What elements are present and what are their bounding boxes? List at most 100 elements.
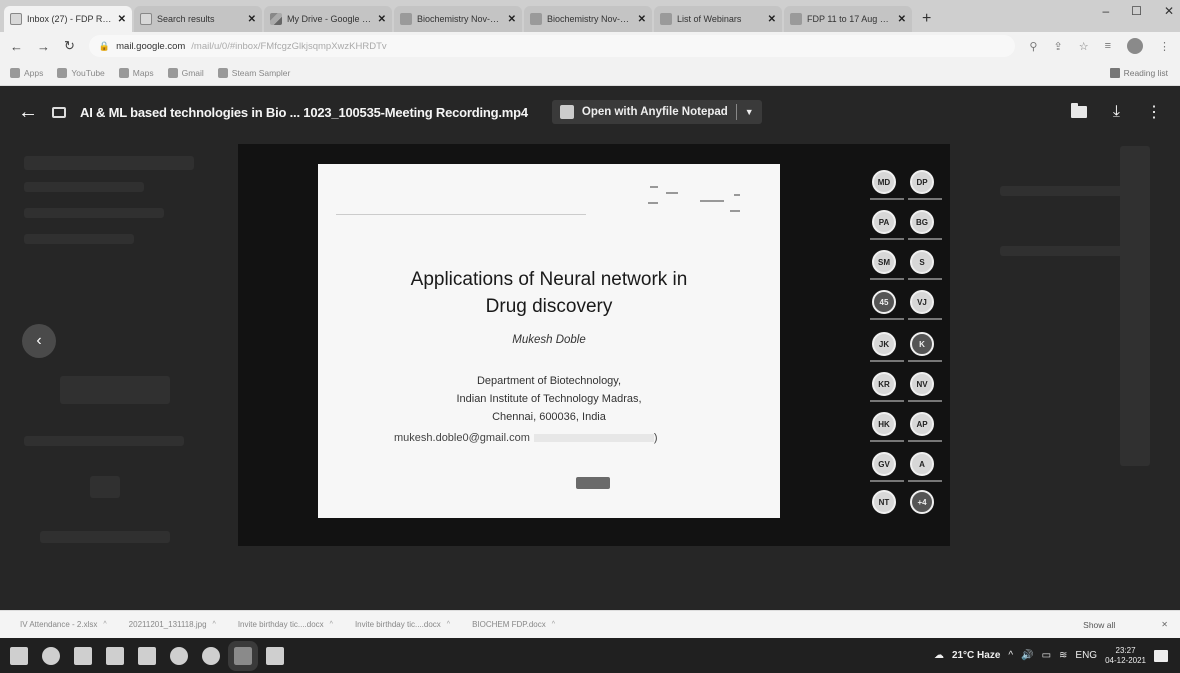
forward-icon[interactable]: →	[37, 39, 50, 54]
previous-attachment-button[interactable]: ‹	[22, 324, 56, 358]
chevron-up-icon[interactable]: ^	[330, 621, 333, 628]
chevron-up-icon[interactable]: ^	[103, 621, 106, 628]
close-tab-icon[interactable]: ✕	[378, 14, 386, 25]
browser-tab[interactable]: Search results ✕	[134, 6, 262, 32]
close-tab-icon[interactable]: ✕	[508, 14, 516, 25]
file-explorer-icon[interactable]	[106, 646, 124, 665]
extensions-icon[interactable]: ≡	[1105, 40, 1111, 52]
back-icon[interactable]: ←	[10, 39, 23, 54]
close-tab-icon[interactable]: ✕	[638, 14, 646, 25]
close-tab-icon[interactable]: ✕	[768, 14, 776, 25]
browser-tab[interactable]: List of Webinars ✕	[654, 6, 782, 32]
divider	[735, 104, 737, 120]
viewer-header: ← AI & ML based technologies in Bio ... …	[0, 86, 1180, 138]
download-item[interactable]: 20211201_131118.jpg ^	[129, 620, 216, 629]
toolbar-actions: ⚲ ⇪ ☆ ≡ ⋮	[1029, 38, 1170, 54]
battery-icon[interactable]: ▭	[1042, 650, 1051, 661]
bookmark-steam[interactable]: Steam Sampler	[217, 67, 290, 78]
close-tab-icon[interactable]: ✕	[248, 14, 256, 25]
download-item[interactable]: IV Attendance - 2.xlsx ^	[20, 620, 107, 629]
open-with-button[interactable]: Open with Anyfile Notepad ▼	[551, 100, 762, 124]
show-all-downloads-button[interactable]: Show all	[1083, 620, 1115, 630]
add-to-drive-icon[interactable]	[1070, 103, 1087, 118]
close-window-button[interactable]: ✕	[1164, 4, 1174, 18]
stop-sharing-button	[576, 477, 610, 489]
maximize-button[interactable]: ☐	[1131, 4, 1142, 18]
chevron-up-icon[interactable]: ^	[552, 621, 555, 628]
chevron-down-icon[interactable]: ▼	[745, 107, 754, 117]
profile-avatar[interactable]	[1127, 38, 1143, 54]
bookmark-label: YouTube	[71, 67, 105, 78]
participant-avatar: SM	[872, 250, 896, 274]
close-tab-icon[interactable]: ✕	[898, 14, 906, 25]
wifi-icon[interactable]: ≋	[1059, 650, 1067, 661]
search-icon[interactable]: ⚲	[1029, 40, 1037, 53]
participant-name	[870, 238, 904, 240]
language-indicator[interactable]: ENG	[1075, 650, 1097, 661]
active-app-icon[interactable]	[228, 640, 258, 671]
chevron-up-icon[interactable]: ^	[1008, 650, 1013, 661]
participant-avatar: AP	[910, 412, 934, 436]
bookmark-gmail[interactable]: Gmail	[167, 67, 204, 78]
menu-kebab-icon[interactable]: ⋮	[1159, 40, 1170, 53]
reload-icon[interactable]: ↻	[64, 38, 75, 54]
bookmark-apps[interactable]: Apps	[10, 67, 43, 78]
participant-avatar: BG	[910, 210, 934, 234]
participant-name	[908, 278, 942, 280]
document-favicon-icon	[790, 13, 802, 25]
download-item[interactable]: Invite birthday tic....docx ^	[238, 620, 333, 629]
participant-name	[870, 400, 904, 402]
tab-title: My Drive - Google Drive	[287, 14, 373, 24]
start-menu-icon[interactable]	[10, 646, 28, 665]
address-bar[interactable]: 🔒 mail.google.com/mail/u/0/#inbox/FMfcgz…	[88, 35, 1016, 57]
minimize-button[interactable]: –	[1102, 4, 1109, 18]
bookmark-youtube[interactable]: YouTube	[57, 67, 105, 78]
reading-list-button[interactable]: Reading list	[1109, 67, 1168, 78]
task-view-icon[interactable]	[74, 646, 92, 665]
edge-icon[interactable]	[170, 646, 188, 665]
close-downloads-icon[interactable]: ✕	[1161, 620, 1168, 629]
download-filename: Invite birthday tic....docx	[354, 620, 441, 629]
chevron-up-icon[interactable]: ^	[447, 621, 450, 628]
participant-avatar: VJ	[910, 290, 934, 314]
participant-avatar: JK	[872, 332, 896, 356]
weather-text[interactable]: 21°C Haze	[952, 650, 1000, 661]
video-file-icon	[52, 106, 66, 118]
bookmark-label: Maps	[132, 67, 154, 78]
browser-tab[interactable]: FDP 11 to 17 Aug 2021 ✕	[784, 6, 912, 32]
gmail-favicon-icon	[140, 13, 152, 25]
slide-title-line: Drug discovery	[485, 296, 613, 317]
participant-avatar: +4	[910, 490, 934, 514]
download-item[interactable]: BIOCHEM FDP.docx ^	[472, 620, 555, 629]
browser-tab[interactable]: Biochemistry Nov-Dec ✕	[524, 6, 652, 32]
bookmark-maps[interactable]: Maps	[118, 67, 154, 78]
slide-author: Mukesh Doble	[512, 334, 586, 346]
chevron-up-icon[interactable]: ^	[213, 621, 216, 628]
participant-avatar: KR	[872, 372, 896, 396]
participant-name	[870, 318, 904, 320]
word-icon[interactable]	[266, 646, 284, 665]
participant-name	[908, 480, 942, 482]
new-tab-button[interactable]: +	[914, 10, 939, 32]
close-tab-icon[interactable]: ✕	[118, 14, 126, 25]
clock-time: 23:27	[1115, 645, 1136, 655]
clock[interactable]: 23:27 04-12-2021	[1105, 646, 1146, 666]
download-icon[interactable]: ⤓	[1113, 103, 1120, 121]
tab-title: Inbox (27) - FDP Recording	[27, 14, 113, 24]
participant-avatar: NT	[872, 490, 896, 514]
back-arrow-icon[interactable]: ←	[18, 101, 38, 124]
notification-icon[interactable]	[1154, 649, 1168, 662]
browser-tab[interactable]: Biochemistry Nov-Dec ✕	[394, 6, 522, 32]
volume-icon[interactable]: 🔊	[1021, 650, 1033, 661]
search-icon[interactable]	[42, 646, 60, 665]
browser-tab[interactable]: Inbox (27) - FDP Recording ✕	[4, 6, 132, 32]
share-icon[interactable]: ⇪	[1053, 40, 1062, 53]
chrome-icon[interactable]	[202, 646, 220, 665]
more-options-icon[interactable]: ⋮	[1146, 102, 1162, 122]
backdrop-block	[24, 208, 164, 218]
store-icon[interactable]	[138, 646, 156, 665]
star-icon[interactable]: ☆	[1079, 40, 1089, 53]
download-item[interactable]: Invite birthday tic....docx ^	[355, 620, 450, 629]
video-player[interactable]: Applications of Neural network in Drug d…	[238, 144, 950, 546]
browser-tab[interactable]: My Drive - Google Drive ✕	[264, 6, 392, 32]
